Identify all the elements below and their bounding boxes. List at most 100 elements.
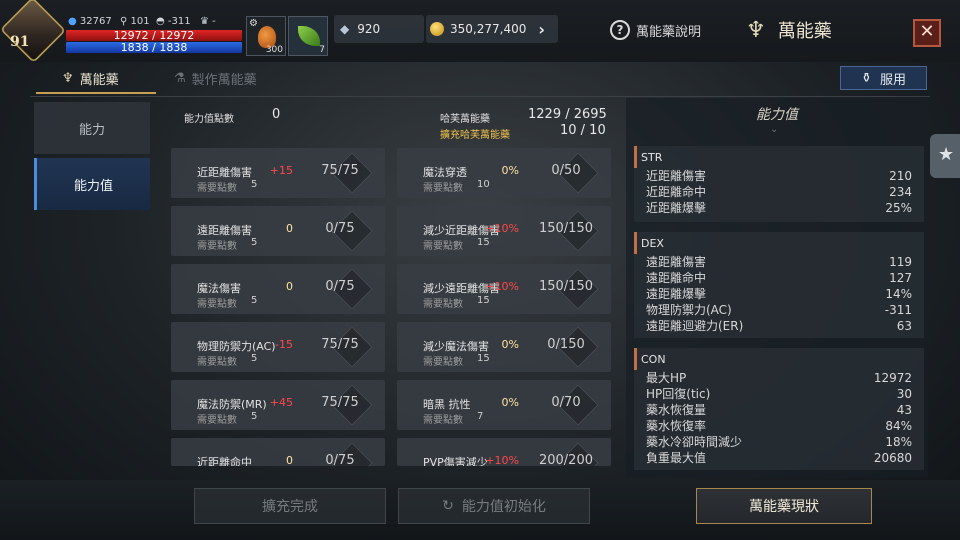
stat-card[interactable]: 魔法防禦(MR) 需要點數 5 +45 75/75: [171, 380, 385, 430]
stat-progress: 0/75: [325, 221, 355, 236]
stat-card[interactable]: 遠距離傷害 需要點數 5 0 0/75: [171, 206, 385, 256]
stat-card[interactable]: 減少魔法傷害 需要點數 15 0% 0/150: [397, 322, 611, 372]
need-label: 需要點數: [197, 183, 237, 194]
expand-done-button[interactable]: 擴充完成: [194, 488, 386, 524]
elixir-status-button[interactable]: 萬能藥現狀: [696, 488, 872, 524]
stat-name: 近距離命中: [197, 456, 252, 466]
elixir-count-label: 哈芙萬能藥: [440, 114, 490, 125]
stat-row-value: 127: [889, 271, 912, 285]
exp-stat: ● 32767: [68, 16, 112, 27]
stat-card[interactable]: PVP傷害減少需要點數20+10%200/200: [397, 438, 611, 466]
stat-row-value: 84%: [885, 419, 912, 433]
potion-count: 300: [265, 45, 283, 55]
points-value: 0: [272, 107, 281, 122]
tab-elixir[interactable]: ♆ 萬能藥: [62, 64, 119, 92]
stat-card[interactable]: 近距離傷害 需要點數 5 +15 75/75: [171, 148, 385, 198]
need-label: 需要點數: [197, 299, 237, 310]
stat-name: 暗黑 抗性: [423, 398, 471, 411]
stat-card[interactable]: 減少近距離傷害 需要點數 15 +10% 150/150: [397, 206, 611, 256]
stat-row-label: 近距離命中: [646, 185, 707, 199]
nav-ability[interactable]: 能力: [34, 102, 150, 154]
stat-card[interactable]: 魔法傷害 需要點數 5 0 0/75: [171, 264, 385, 314]
side-tab[interactable]: ★: [930, 134, 960, 178]
stat-progress: 75/75: [321, 395, 359, 410]
stat-bonus: 0%: [501, 164, 519, 177]
stat-row-value: 119: [889, 255, 912, 269]
flask-icon: ⚱: [861, 70, 872, 86]
leaf-count: 7: [319, 45, 325, 55]
chevron-right-icon[interactable]: ›: [538, 20, 545, 39]
gear-icon: ⚙: [249, 18, 258, 29]
stat-progress: 0/75: [325, 453, 355, 466]
stat-row-label: 近距離傷害: [646, 169, 707, 183]
stat-row-label: 藥水恢復量: [646, 403, 707, 417]
tab-elixir-label: 萬能藥: [79, 72, 119, 88]
stat-row-value: 20680: [873, 451, 912, 465]
stat-card[interactable]: 近距離命中需要點數500/75: [171, 438, 385, 466]
stat-row: 遠距離迴避力(ER) 63: [634, 318, 924, 334]
need-label: 需要點數: [197, 415, 237, 426]
stat-card[interactable]: 暗黑 抗性 需要點數 7 0% 0/70: [397, 380, 611, 430]
stat-row: 最大HP 12972: [634, 370, 924, 386]
stat-card[interactable]: 物理防禦力(AC) 需要點數 5 -15 75/75: [171, 322, 385, 372]
trophy-stat: ♛ -: [200, 16, 216, 27]
nav-stats[interactable]: 能力值: [34, 158, 150, 210]
reset-label: 能力值初始化: [461, 499, 546, 515]
help-link[interactable]: ? 萬能藥說明: [610, 20, 701, 40]
stat-progress: 0/150: [547, 337, 585, 352]
need-label: 需要點數: [197, 241, 237, 252]
stat-row: HP回復(tic) 30: [634, 386, 924, 402]
stat-bonus: +45: [269, 396, 293, 409]
trophy-icon: ♛: [200, 16, 209, 27]
stat-card[interactable]: 魔法穿透 需要點數 10 0% 0/50: [397, 148, 611, 198]
refresh-icon: ↻: [442, 498, 454, 514]
stat-row: 負重最大值 20680: [634, 450, 924, 466]
dex-section: DEX 遠距離傷害 119 遠距離命中 127 遠距離爆擊 14% 物理防禦力(AC) -31…: [634, 232, 924, 338]
stat-row-value: 43: [896, 403, 912, 417]
stat-bonus: 0: [286, 222, 293, 235]
stat-bonus: -15: [275, 338, 293, 351]
close-button[interactable]: ✕: [913, 19, 941, 47]
tab-craft-elixir[interactable]: ⚗ 製作萬能藥: [174, 64, 257, 92]
stat-row-label: 遠距離迴避力(ER): [646, 319, 744, 333]
reset-stats-button[interactable]: ↻ 能力值初始化: [398, 488, 590, 524]
key-stat: ⚲ 101: [120, 16, 150, 27]
stat-name: PVP傷害減少: [423, 456, 488, 466]
chevron-down-icon: ⌄: [770, 124, 779, 135]
gold-icon: [430, 22, 444, 36]
stat-name: 遠距離傷害: [197, 224, 252, 237]
stat-bonus: 0: [286, 280, 293, 293]
stat-card[interactable]: 減少遠距離傷害 需要點數 15 +10% 150/150: [397, 264, 611, 314]
nav-stats-label: 能力值: [73, 178, 113, 194]
need-label: 需要點數: [423, 357, 463, 368]
str-section: STR 近距離傷害 210 近距離命中 234 近距離爆擊 25%: [634, 146, 924, 222]
header-title-group: ♆ 萬能藥: [746, 17, 832, 43]
stat-row-value: 30: [896, 387, 912, 401]
need-value: 10: [477, 179, 490, 190]
stat-bonus: 0%: [501, 396, 519, 409]
need-value: 15: [477, 237, 490, 248]
ac-stat: ◓ -311: [156, 16, 191, 27]
stat-row-value: 25%: [885, 201, 912, 215]
stat-row: 遠距離傷害 119: [634, 254, 924, 270]
stat-row-label: 負重最大值: [646, 451, 707, 465]
stat-progress: 150/150: [538, 221, 593, 236]
use-button[interactable]: ⚱ 服用: [840, 66, 927, 90]
gold-value: 350,277,400: [450, 22, 527, 36]
star-icon: ★: [938, 144, 955, 165]
stat-row-label: 藥水冷卻時間減少: [646, 435, 743, 449]
stat-progress: 0/50: [551, 163, 581, 178]
potion-slot[interactable]: ⚙ 300: [246, 16, 286, 56]
ac-value: -311: [167, 16, 191, 27]
stat-row-value: 18%: [885, 435, 912, 449]
need-value: 7: [477, 411, 484, 422]
stat-progress: 75/75: [321, 163, 359, 178]
leaf-slot[interactable]: 7: [288, 16, 328, 56]
stats-panel-title: 能力值: [756, 107, 798, 123]
stat-row-label: 藥水恢復率: [646, 419, 707, 433]
need-label: 需要點數: [423, 183, 463, 194]
stat-row-label: 物理防禦力(AC): [646, 303, 732, 317]
stat-row: 遠距離爆擊 14%: [634, 286, 924, 302]
exp-value: 32767: [79, 16, 112, 27]
stat-row-label: HP回復(tic): [646, 387, 711, 401]
